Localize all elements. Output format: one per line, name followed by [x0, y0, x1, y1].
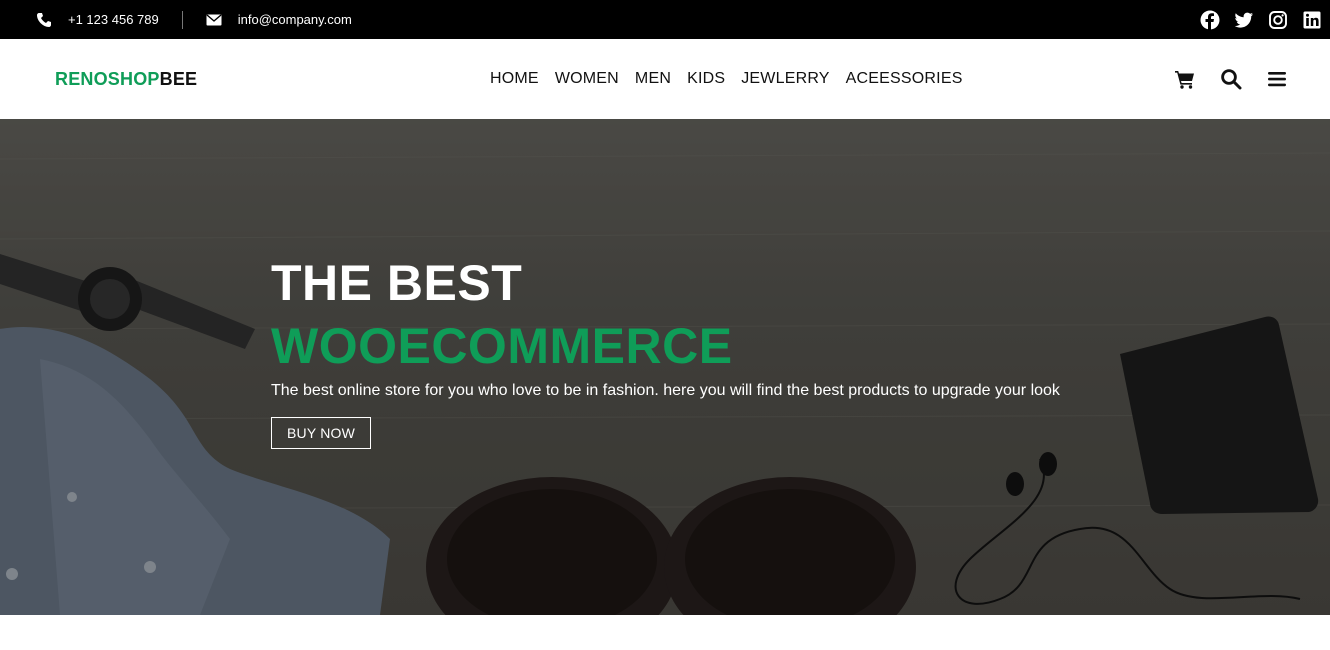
menu-icon[interactable] [1266, 68, 1288, 90]
hero-title-line1: THE BEST [271, 255, 523, 311]
cart-icon[interactable] [1174, 68, 1196, 90]
hero-title-line2: WOOECOMMERCE [271, 318, 733, 374]
social-links [1186, 0, 1322, 39]
brand-logo[interactable]: RENOSHOPBEE [55, 69, 197, 90]
top-bar: +1 123 456 789 info@company.com [0, 0, 1330, 39]
email-contact[interactable]: info@company.com [206, 12, 352, 28]
contact-info: +1 123 456 789 info@company.com [36, 0, 352, 39]
hero-banner: THE BEST WOOECOMMERCE The best online st… [0, 119, 1330, 615]
instagram-icon[interactable] [1268, 10, 1288, 30]
brand-name-secondary: BEE [159, 69, 198, 89]
brand-name-primary: RENOSHOP [55, 69, 160, 89]
nav-item-jewlerry[interactable]: JEWLERRY [741, 70, 829, 88]
search-icon[interactable] [1220, 68, 1242, 90]
hero-content: THE BEST WOOECOMMERCE The best online st… [271, 254, 1060, 449]
nav-item-women[interactable]: WOMEN [555, 70, 619, 88]
main-navbar: RENOSHOPBEE HOME WOMEN MEN KIDS JEWLERRY… [0, 39, 1330, 119]
nav-actions [1150, 39, 1288, 119]
nav-item-accessories[interactable]: ACEESSORIES [846, 70, 963, 88]
facebook-icon[interactable] [1200, 10, 1220, 30]
main-menu: HOME WOMEN MEN KIDS JEWLERRY ACEESSORIES [490, 39, 979, 119]
email-address: info@company.com [237, 12, 352, 27]
envelope-icon [206, 13, 222, 25]
linkedin-icon[interactable] [1302, 10, 1322, 30]
nav-item-home[interactable]: HOME [490, 70, 539, 88]
phone-contact[interactable]: +1 123 456 789 [36, 12, 159, 28]
twitter-icon[interactable] [1234, 10, 1254, 30]
phone-icon [37, 12, 51, 27]
nav-item-kids[interactable]: KIDS [687, 70, 725, 88]
phone-number: +1 123 456 789 [68, 12, 159, 27]
buy-now-button[interactable]: BUY NOW [271, 417, 372, 449]
nav-item-men[interactable]: MEN [635, 70, 671, 88]
hero-description: The best online store for you who love t… [271, 382, 1060, 399]
contact-divider [181, 10, 183, 29]
